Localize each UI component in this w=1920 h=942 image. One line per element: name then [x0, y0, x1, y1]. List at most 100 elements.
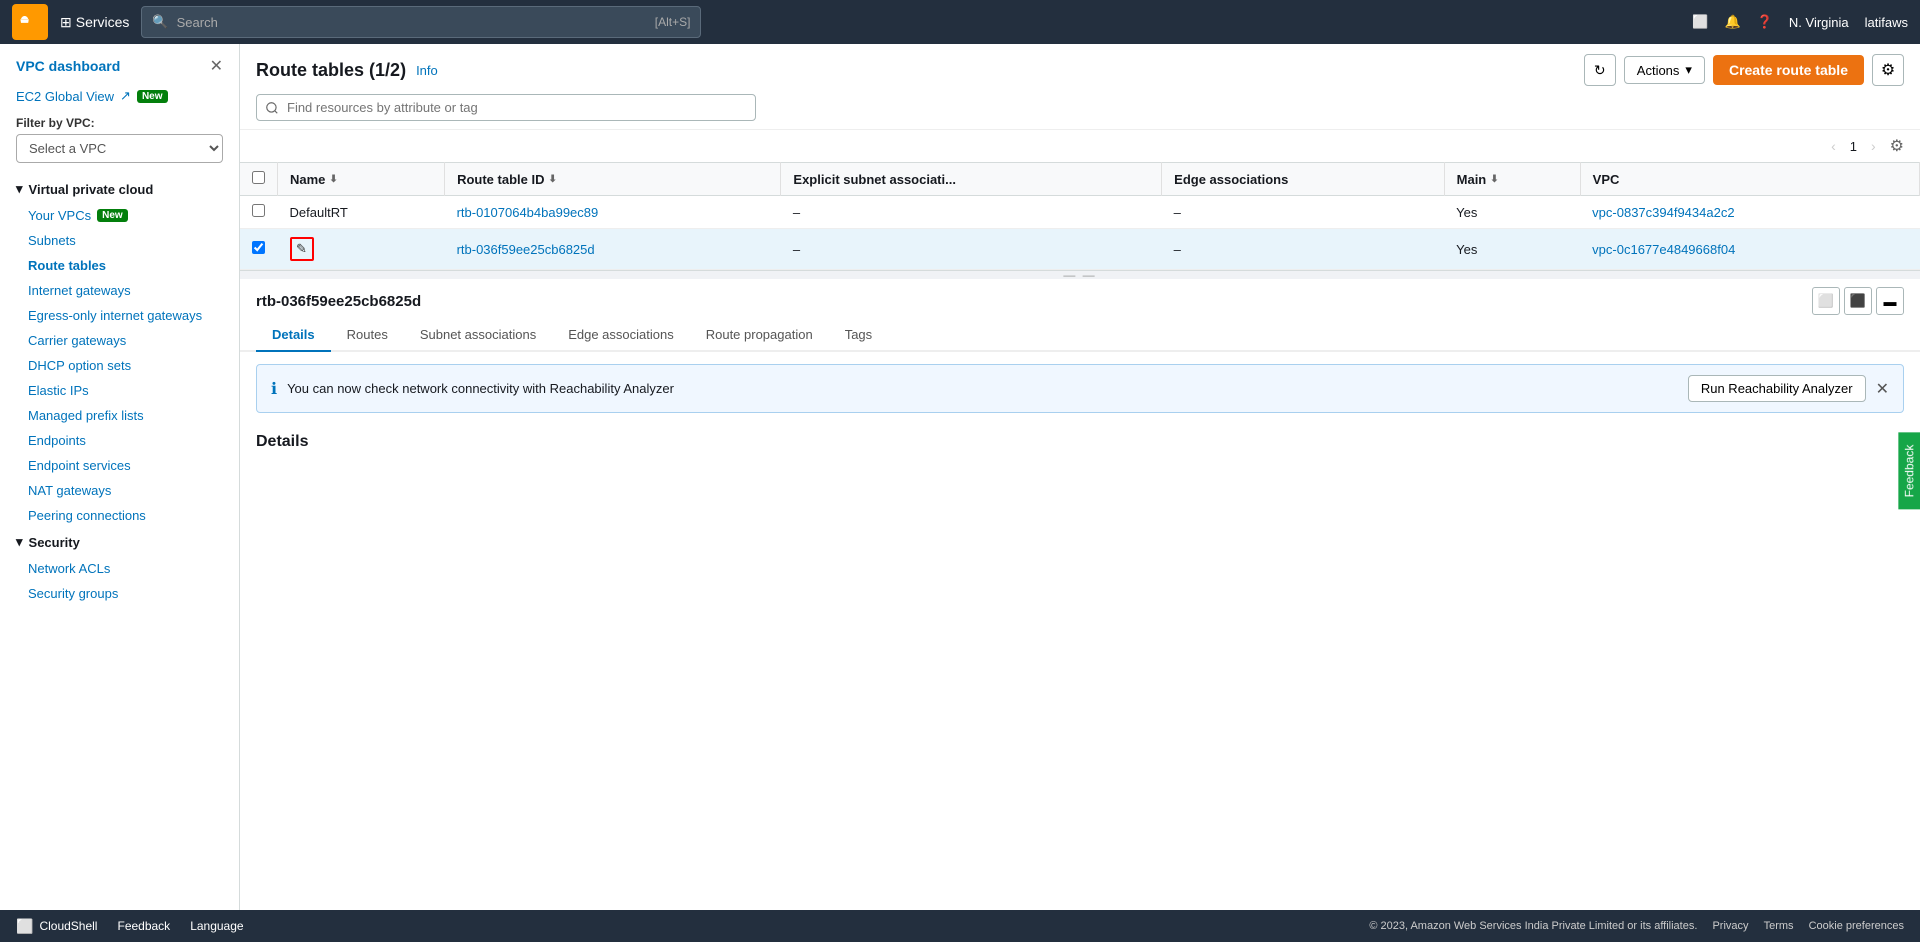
vpc-column-header: VPC: [1580, 163, 1919, 196]
row2-explicit-cell: –: [781, 229, 1162, 270]
expand-panel-button[interactable]: ⬜: [1812, 287, 1840, 315]
terms-link[interactable]: Terms: [1764, 920, 1794, 932]
row2-id-link[interactable]: rtb-036f59ee25cb6825d: [457, 242, 595, 257]
grid-icon: ⊞: [60, 14, 72, 31]
sidebar-close-button[interactable]: ✕: [210, 56, 223, 76]
explicit-subnet-column-header: Explicit subnet associati...: [781, 163, 1162, 196]
create-route-table-button[interactable]: Create route table: [1713, 55, 1864, 85]
table-settings-icon[interactable]: ⚙: [1890, 136, 1904, 156]
select-all-checkbox[interactable]: [252, 171, 265, 184]
copyright-section: © 2023, Amazon Web Services India Privat…: [1369, 920, 1904, 932]
split-panel-button[interactable]: ⬛: [1844, 287, 1872, 315]
tab-details[interactable]: Details: [256, 319, 331, 352]
panel-drag-handle[interactable]: — —: [240, 271, 1920, 279]
row1-vpc-cell[interactable]: vpc-0837c394f9434a2c2: [1580, 196, 1919, 229]
panel-top-row: rtb-036f59ee25cb6825d ⬜ ⬛ ▬: [240, 279, 1920, 319]
feedback-button[interactable]: Feedback: [117, 919, 170, 933]
tab-route-propagation[interactable]: Route propagation: [690, 319, 829, 352]
row2-checkbox[interactable]: [252, 241, 265, 254]
settings-icon-button[interactable]: ⚙: [1872, 54, 1904, 86]
feedback-side-tab[interactable]: Feedback: [1899, 433, 1920, 510]
vpc-dashboard-link[interactable]: VPC dashboard: [16, 58, 120, 74]
sidebar-item-subnets[interactable]: Subnets: [0, 228, 239, 253]
vpcs-new-badge: New: [97, 209, 128, 222]
table-search-input[interactable]: [256, 94, 756, 121]
main-column-header[interactable]: Main ⬇: [1444, 163, 1580, 196]
sidebar-item-internet-gateways[interactable]: Internet gateways: [0, 278, 239, 303]
vpc-filter-select[interactable]: Select a VPC: [16, 134, 223, 163]
detail-panel-tabs: Details Routes Subnet associations Edge …: [240, 319, 1920, 352]
row2-id-cell[interactable]: rtb-036f59ee25cb6825d: [445, 229, 781, 270]
cookie-preferences-link[interactable]: Cookie preferences: [1809, 920, 1904, 932]
sidebar: VPC dashboard ✕ EC2 Global View ↗ New Fi…: [0, 44, 240, 910]
tab-routes[interactable]: Routes: [331, 319, 404, 352]
sidebar-section-security[interactable]: ▾ Security: [0, 528, 239, 556]
tab-tags[interactable]: Tags: [829, 319, 888, 352]
sidebar-item-endpoints[interactable]: Endpoints: [0, 428, 239, 453]
row2-vpc-cell[interactable]: vpc-0c1677e4849668f04: [1580, 229, 1919, 270]
sidebar-item-your-vpcs[interactable]: Your VPCs New: [0, 203, 239, 228]
sidebar-section-vpc[interactable]: ▾ Virtual private cloud: [0, 175, 239, 203]
main-layout: VPC dashboard ✕ EC2 Global View ↗ New Fi…: [0, 44, 1920, 910]
row1-checkbox-cell[interactable]: [240, 196, 278, 229]
sidebar-item-peering[interactable]: Peering connections: [0, 503, 239, 528]
sidebar-item-endpoint-services[interactable]: Endpoint services: [0, 453, 239, 478]
sidebar-item-carrier-gateways[interactable]: Carrier gateways: [0, 328, 239, 353]
sidebar-item-egress-gateways[interactable]: Egress-only internet gateways: [0, 303, 239, 328]
row1-checkbox[interactable]: [252, 204, 265, 217]
close-banner-button[interactable]: ✕: [1876, 379, 1889, 399]
user-menu[interactable]: latifaws: [1865, 15, 1908, 30]
main-content: Route tables (1/2) Info ↻ Actions ▾ Crea…: [240, 44, 1920, 910]
info-icon: ℹ: [271, 379, 277, 399]
sidebar-item-security-groups[interactable]: Security groups: [0, 581, 239, 606]
name-column-header[interactable]: Name ⬇: [278, 163, 445, 196]
sidebar-item-dhcp[interactable]: DHCP option sets: [0, 353, 239, 378]
refresh-button[interactable]: ↻: [1584, 54, 1616, 86]
row2-checkbox-cell[interactable]: [240, 229, 278, 270]
cloudshell-button[interactable]: CloudShell: [39, 919, 97, 933]
collapse-panel-button[interactable]: ▬: [1876, 287, 1904, 315]
toolbar-actions: ↻ Actions ▾ Create route table ⚙: [1584, 54, 1904, 86]
row2-name-cell: ✎: [278, 229, 445, 270]
region-selector[interactable]: N. Virginia: [1789, 15, 1849, 30]
sidebar-item-managed-prefix[interactable]: Managed prefix lists: [0, 403, 239, 428]
tab-edge-associations[interactable]: Edge associations: [552, 319, 690, 352]
language-button[interactable]: Language: [190, 919, 243, 933]
bell-icon[interactable]: 🔔: [1725, 14, 1741, 30]
copyright-text: © 2023, Amazon Web Services India Privat…: [1369, 920, 1697, 932]
services-menu-button[interactable]: ⊞ Services: [60, 14, 129, 31]
row1-id-link[interactable]: rtb-0107064b4ba99ec89: [457, 205, 599, 220]
tab-subnet-associations[interactable]: Subnet associations: [404, 319, 552, 352]
row1-vpc-link[interactable]: vpc-0837c394f9434a2c2: [1592, 205, 1734, 220]
route-table-id-column-header[interactable]: Route table ID ⬇: [445, 163, 781, 196]
page-number: 1: [1850, 139, 1857, 154]
sidebar-item-elastic-ips[interactable]: Elastic IPs: [0, 378, 239, 403]
cloudshell-icon: ⬜: [16, 918, 33, 935]
info-link[interactable]: Info: [416, 63, 438, 78]
sidebar-item-nat-gateways[interactable]: NAT gateways: [0, 478, 239, 503]
top-navigation: ⊞ Services 🔍 [Alt+S] ⬜ 🔔 ❓ N. Virginia l…: [0, 0, 1920, 44]
sidebar-item-ec2-global-view[interactable]: EC2 Global View ↗ New: [0, 84, 239, 108]
row1-id-cell[interactable]: rtb-0107064b4ba99ec89: [445, 196, 781, 229]
sidebar-item-route-tables[interactable]: Route tables: [0, 253, 239, 278]
sidebar-item-network-acls[interactable]: Network ACLs: [0, 556, 239, 581]
actions-button[interactable]: Actions ▾: [1624, 56, 1705, 84]
next-page-button[interactable]: ›: [1865, 136, 1882, 156]
table-title-row: Route tables (1/2) Info: [256, 60, 438, 81]
edit-name-icon[interactable]: ✎: [290, 237, 314, 261]
run-reachability-analyzer-button[interactable]: Run Reachability Analyzer: [1688, 375, 1866, 402]
chevron-down-icon-security: ▾: [16, 534, 23, 550]
aws-logo[interactable]: [12, 4, 48, 40]
route-tables-section: Route tables (1/2) Info ↻ Actions ▾ Crea…: [240, 44, 1920, 271]
row2-vpc-link[interactable]: vpc-0c1677e4849668f04: [1592, 242, 1735, 257]
help-icon[interactable]: ❓: [1757, 14, 1773, 30]
global-search-bar[interactable]: 🔍 [Alt+S]: [141, 6, 701, 38]
privacy-link[interactable]: Privacy: [1712, 920, 1748, 932]
terminal-icon[interactable]: ⬜: [1692, 14, 1708, 30]
search-input[interactable]: [177, 15, 647, 30]
search-icon: 🔍: [152, 14, 168, 30]
prev-page-button[interactable]: ‹: [1825, 136, 1842, 156]
table-row: DefaultRT rtb-0107064b4ba99ec89 – – Yes …: [240, 196, 1920, 229]
bottom-bar: ⬜ CloudShell Feedback Language © 2023, A…: [0, 910, 1920, 942]
select-all-header[interactable]: [240, 163, 278, 196]
